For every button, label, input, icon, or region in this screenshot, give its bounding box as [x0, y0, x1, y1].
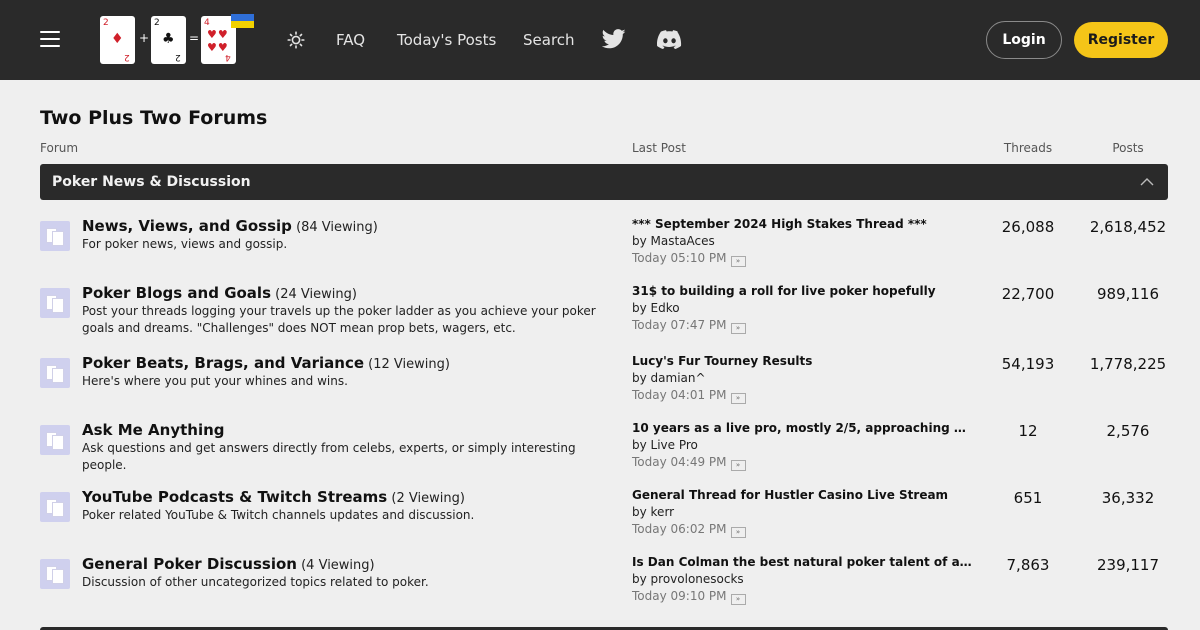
nav-faq[interactable]: FAQ	[336, 30, 365, 50]
forum-row: Poker Beats, Brags, and Variance (12 Vie…	[40, 353, 1168, 417]
ukraine-flag-icon	[231, 14, 254, 28]
last-post-time: Today 06:02 PM»	[632, 521, 746, 538]
forum-status-icon	[40, 559, 70, 589]
forum-row: Ask Me Anything Ask questions and get an…	[40, 420, 1168, 484]
discord-icon[interactable]	[657, 30, 682, 49]
nav-search[interactable]: Search	[523, 30, 575, 50]
last-post-title[interactable]: General Thread for Hustler Casino Live S…	[632, 487, 972, 503]
forum-status-icon	[40, 358, 70, 388]
forum-description: Poker related YouTube & Twitch channels …	[82, 508, 475, 522]
section-title[interactable]: Poker News & Discussion	[52, 172, 251, 192]
forum-status-icon	[40, 425, 70, 455]
login-button[interactable]: Login	[986, 21, 1062, 59]
last-post-author[interactable]: by provolonesocks	[632, 571, 744, 587]
forum-description: For poker news, views and gossip.	[82, 237, 288, 251]
heart-icon: ♥♥	[207, 28, 229, 41]
thread-count: 26,088	[1001, 218, 1055, 236]
forum-description: Here's where you put your whines and win…	[82, 374, 348, 388]
twitter-icon[interactable]	[602, 29, 626, 49]
forum-status-icon	[40, 221, 70, 251]
forum-title: Ask Me Anything	[82, 421, 225, 441]
last-post-title[interactable]: Is Dan Colman the best natural poker tal…	[632, 554, 972, 570]
viewing-count: (4 Viewing)	[301, 558, 375, 573]
go-to-last-post-icon[interactable]: »	[730, 323, 746, 334]
forum-description: Discussion of other uncategorized topics…	[82, 575, 429, 589]
post-count: 2,618,452	[1089, 218, 1167, 236]
viewing-count: (84 Viewing)	[296, 220, 378, 235]
column-header-threads: Threads	[1003, 141, 1053, 155]
column-header-forum: Forum	[40, 141, 79, 155]
two-of-clubs-card: 2 ♣ 2	[151, 16, 186, 64]
forum-link[interactable]: YouTube Podcasts & Twitch Streams	[82, 488, 387, 506]
thread-count: 22,700	[1001, 285, 1055, 303]
last-post-time: Today 04:49 PM»	[632, 454, 746, 471]
nav-todays-posts[interactable]: Today's Posts	[397, 30, 496, 50]
top-navigation-bar: 2 ♦ 2 + 2 ♣ 2 = 4 ♥♥ ♥♥ 4 FAQ Today's Po…	[0, 0, 1200, 80]
chevron-up-icon[interactable]	[1139, 176, 1155, 188]
last-post-title[interactable]: 10 years as a live pro, mostly 2/5, appr…	[632, 420, 972, 436]
post-count: 1,778,225	[1089, 355, 1167, 373]
last-post-author[interactable]: by Edko	[632, 300, 680, 316]
last-post-time: Today 05:10 PM»	[632, 250, 746, 267]
forum-title: Poker Blogs and Goals (24 Viewing)	[82, 284, 357, 304]
diamond-icon: ♦	[111, 31, 124, 47]
forum-row: Poker Blogs and Goals (24 Viewing) Post …	[40, 283, 1168, 347]
forum-title: News, Views, and Gossip (84 Viewing)	[82, 217, 378, 237]
last-post-title[interactable]: *** September 2024 High Stakes Thread **…	[632, 216, 972, 232]
last-post-time: Today 04:01 PM»	[632, 387, 746, 404]
two-of-diamonds-card: 2 ♦ 2	[100, 16, 135, 64]
thread-count: 7,863	[1006, 556, 1050, 574]
go-to-last-post-icon[interactable]: »	[730, 594, 746, 605]
post-count: 2,576	[1106, 422, 1150, 440]
forum-link[interactable]: Ask Me Anything	[82, 421, 225, 439]
thread-count: 12	[1018, 422, 1038, 440]
go-to-last-post-icon[interactable]: »	[730, 393, 746, 404]
register-button[interactable]: Register	[1074, 22, 1168, 58]
forum-status-icon	[40, 492, 70, 522]
forum-description: Post your threads logging your travels u…	[82, 304, 596, 335]
viewing-count: (12 Viewing)	[368, 357, 450, 372]
sun-icon[interactable]	[287, 31, 305, 49]
site-logo[interactable]: 2 ♦ 2 + 2 ♣ 2 = 4 ♥♥ ♥♥ 4	[99, 14, 259, 66]
viewing-count: (24 Viewing)	[275, 287, 357, 302]
forum-row: News, Views, and Gossip (84 Viewing) For…	[40, 216, 1168, 280]
hamburger-icon[interactable]	[40, 31, 60, 48]
last-post-title[interactable]: 31$ to building a roll for live poker ho…	[632, 283, 972, 299]
column-header-last-post: Last Post	[632, 141, 686, 155]
forum-link[interactable]: General Poker Discussion	[82, 555, 297, 573]
last-post-author[interactable]: by damian^	[632, 370, 706, 386]
last-post-author[interactable]: by Live Pro	[632, 437, 698, 453]
post-count: 989,116	[1096, 285, 1160, 303]
forum-description: Ask questions and get answers directly f…	[82, 441, 576, 472]
post-count: 36,332	[1101, 489, 1155, 507]
last-post-time: Today 09:10 PM»	[632, 588, 746, 605]
forum-title: Poker Beats, Brags, and Variance (12 Vie…	[82, 354, 450, 374]
forum-row: General Poker Discussion (4 Viewing) Dis…	[40, 554, 1168, 618]
forum-status-icon	[40, 288, 70, 318]
go-to-last-post-icon[interactable]: »	[730, 460, 746, 471]
page-title: Two Plus Two Forums	[40, 107, 268, 129]
thread-count: 651	[1013, 489, 1043, 507]
last-post-time: Today 07:47 PM»	[632, 317, 746, 334]
forum-row: YouTube Podcasts & Twitch Streams (2 Vie…	[40, 487, 1168, 551]
post-count: 239,117	[1096, 556, 1160, 574]
forum-link[interactable]: News, Views, and Gossip	[82, 217, 292, 235]
last-post-author[interactable]: by MastaAces	[632, 233, 715, 249]
forum-link[interactable]: Poker Beats, Brags, and Variance	[82, 354, 364, 372]
go-to-last-post-icon[interactable]: »	[730, 527, 746, 538]
go-to-last-post-icon[interactable]: »	[730, 256, 746, 267]
last-post-title[interactable]: Lucy's Fur Tourney Results	[632, 353, 972, 369]
section-header: Poker News & Discussion	[40, 164, 1168, 200]
forum-title: General Poker Discussion (4 Viewing)	[82, 555, 375, 575]
column-header-posts: Posts	[1112, 141, 1144, 155]
last-post-author[interactable]: by kerr	[632, 504, 674, 520]
thread-count: 54,193	[1001, 355, 1055, 373]
forum-title: YouTube Podcasts & Twitch Streams (2 Vie…	[82, 488, 465, 508]
club-icon: ♣	[162, 31, 175, 47]
viewing-count: (2 Viewing)	[391, 491, 465, 506]
forum-link[interactable]: Poker Blogs and Goals	[82, 284, 271, 302]
